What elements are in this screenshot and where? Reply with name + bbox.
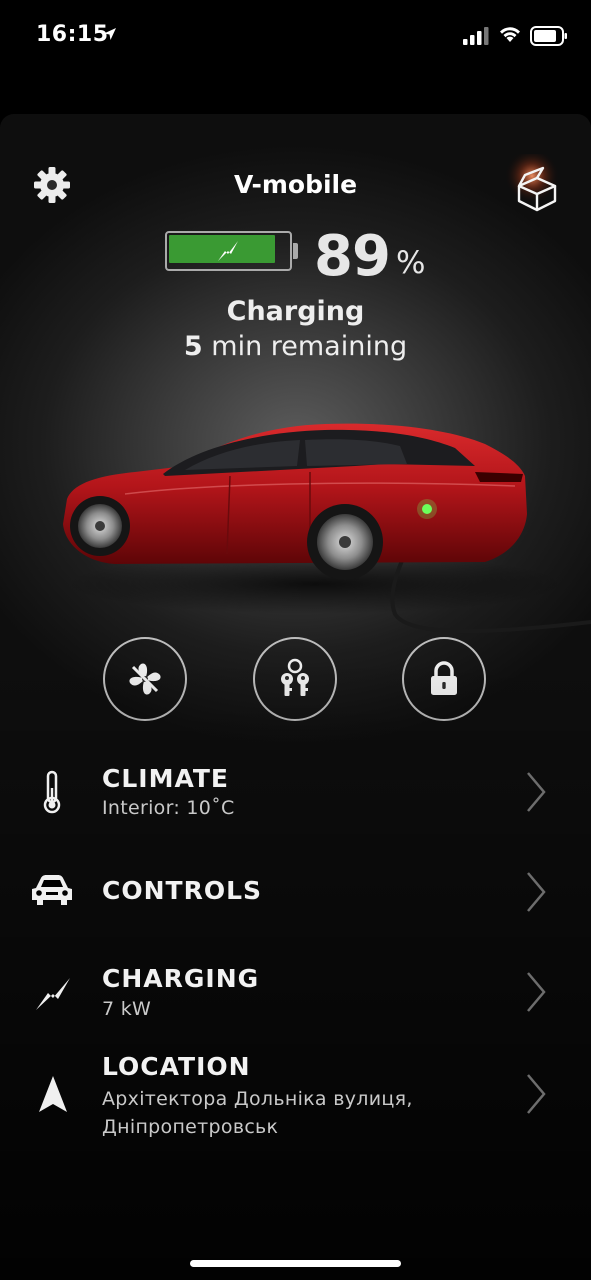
thermometer-icon bbox=[43, 770, 61, 814]
controls-title: CONTROLS bbox=[102, 876, 263, 905]
charging-subtitle: 7 kW bbox=[102, 998, 152, 1020]
menu-row-climate[interactable]: CLIMATE Interior: 10˚C bbox=[0, 755, 591, 845]
charging-title: CHARGING bbox=[102, 964, 260, 993]
car-image bbox=[63, 423, 591, 634]
phone-battery-icon bbox=[530, 26, 567, 46]
chevron-right-icon bbox=[527, 772, 546, 812]
location-services-icon bbox=[104, 28, 116, 40]
keys-icon bbox=[281, 658, 309, 696]
menu-row-location[interactable]: LOCATION Архітектора Дольніка вулиця, Дн… bbox=[0, 1045, 591, 1145]
lock-icon bbox=[431, 661, 457, 695]
fan-icon bbox=[129, 663, 161, 695]
battery-cap bbox=[293, 243, 298, 259]
climate-subtitle: Interior: 10˚C bbox=[102, 797, 235, 819]
navigation-arrow-icon bbox=[39, 1076, 67, 1112]
cellular-signal-icon bbox=[463, 27, 489, 45]
remaining-minutes: 5 bbox=[183, 331, 203, 362]
chevron-right-icon bbox=[527, 1074, 546, 1114]
remaining-label: min remaining bbox=[211, 331, 408, 362]
toybox-button[interactable] bbox=[500, 148, 570, 224]
charging-state: Charging bbox=[226, 296, 365, 327]
climate-title: CLIMATE bbox=[102, 764, 229, 793]
chevron-right-icon bbox=[527, 872, 546, 912]
location-title: LOCATION bbox=[102, 1052, 251, 1081]
battery-percent-value: 89 bbox=[314, 224, 391, 289]
chevron-right-icon bbox=[527, 972, 546, 1012]
menu-row-charging[interactable]: CHARGING 7 kW bbox=[0, 957, 591, 1037]
home-indicator[interactable] bbox=[190, 1260, 401, 1267]
menu-row-controls[interactable]: CONTROLS bbox=[0, 860, 591, 925]
charging-time-remaining: 5 min remaining bbox=[0, 331, 591, 362]
status-time: 16:15 bbox=[36, 22, 109, 47]
lock-quick-button[interactable] bbox=[402, 637, 486, 721]
battery-percent-sign: % bbox=[396, 245, 426, 281]
toybox-icon bbox=[504, 148, 560, 212]
location-address-line2: Дніпропетровськ bbox=[102, 1116, 279, 1138]
wifi-icon bbox=[500, 27, 520, 42]
location-address-line1: Архітектора Дольніка вулиця, bbox=[102, 1088, 413, 1110]
charging-bolt-icon bbox=[218, 241, 238, 261]
keys-quick-button[interactable] bbox=[253, 637, 337, 721]
car-front-icon bbox=[32, 875, 72, 905]
climate-quick-button[interactable] bbox=[103, 637, 187, 721]
status-bar: 16:15 bbox=[0, 0, 591, 72]
charging-bolt-icon bbox=[36, 978, 70, 1010]
